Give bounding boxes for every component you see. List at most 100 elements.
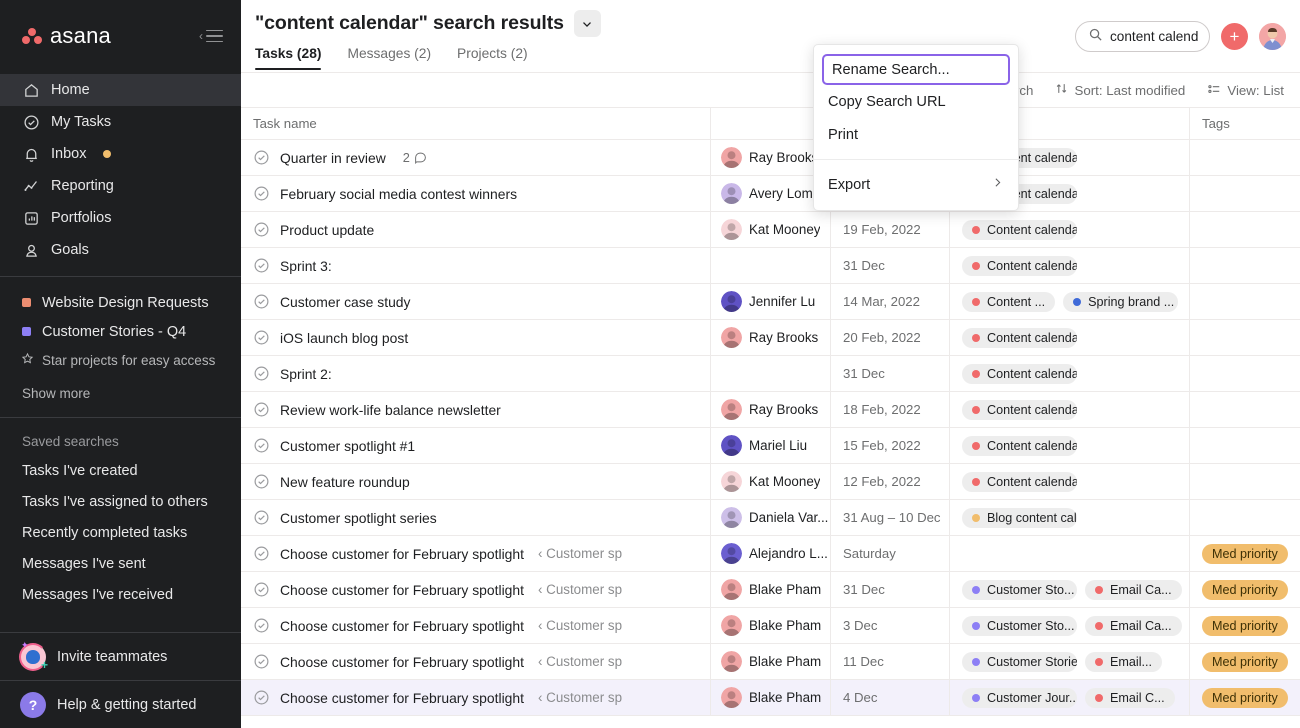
menu-item-export[interactable]: Export: [814, 168, 1018, 201]
sidebar-item-reporting[interactable]: Reporting: [0, 170, 241, 202]
sidebar-item-goals[interactable]: Goals: [0, 234, 241, 266]
cell-task-name[interactable]: Customer spotlight series: [241, 500, 711, 535]
project-pill[interactable]: Content calendar: [962, 255, 1077, 276]
complete-task-icon[interactable]: [253, 617, 270, 634]
saved-search-messages-sent[interactable]: Messages I've sent: [0, 548, 241, 579]
table-row[interactable]: Customer spotlight series Daniela Var... 3…: [241, 500, 1300, 536]
cell-tags[interactable]: [1190, 140, 1300, 175]
sidebar-project-website-design-requests[interactable]: Website Design Requests: [0, 288, 241, 317]
cell-due-date[interactable]: 11 Dec: [831, 644, 950, 679]
cell-due-date[interactable]: 31 Dec: [831, 356, 950, 391]
view-button[interactable]: View: List: [1207, 82, 1284, 99]
complete-task-icon[interactable]: [253, 293, 270, 310]
cell-due-date[interactable]: 31 Dec: [831, 572, 950, 607]
cell-assignee[interactable]: Daniela Var...: [711, 500, 831, 535]
cell-projects[interactable]: [950, 536, 1190, 571]
add-button[interactable]: +: [1221, 23, 1248, 50]
cell-projects[interactable]: Content calendar: [950, 428, 1190, 463]
cell-tags[interactable]: Med priority: [1190, 680, 1300, 715]
cell-tags[interactable]: Med priority: [1190, 608, 1300, 643]
project-pill[interactable]: Blog content calendar: [962, 507, 1077, 528]
cell-assignee[interactable]: Kat Mooney: [711, 464, 831, 499]
cell-projects[interactable]: Content calendar: [950, 248, 1190, 283]
saved-search-tasks-assigned[interactable]: Tasks I've assigned to others: [0, 486, 241, 517]
project-pill[interactable]: Content calendar: [962, 327, 1077, 348]
cell-tags[interactable]: [1190, 356, 1300, 391]
table-row[interactable]: Choose customer for February spotlight ‹ …: [241, 536, 1300, 572]
cell-task-name[interactable]: Sprint 2:: [241, 356, 711, 391]
cell-due-date[interactable]: 14 Mar, 2022: [831, 284, 950, 319]
table-row[interactable]: Product update Kat Mooney 19 Feb, 2022 Cont…: [241, 212, 1300, 248]
cell-tags[interactable]: [1190, 284, 1300, 319]
cell-projects[interactable]: Content calendar: [950, 320, 1190, 355]
tag-badge[interactable]: Med priority: [1202, 615, 1288, 636]
cell-tags[interactable]: Med priority: [1190, 536, 1300, 571]
cell-projects[interactable]: Blog content calendar: [950, 500, 1190, 535]
project-pill[interactable]: Content calendar: [962, 399, 1077, 420]
complete-task-icon[interactable]: [253, 509, 270, 526]
complete-task-icon[interactable]: [253, 221, 270, 238]
complete-task-icon[interactable]: [253, 653, 270, 670]
cell-task-name[interactable]: February social media contest winners: [241, 176, 711, 211]
cell-projects[interactable]: Content calendar: [950, 392, 1190, 427]
cell-assignee[interactable]: Ray Brooks: [711, 392, 831, 427]
cell-assignee[interactable]: Kat Mooney: [711, 212, 831, 247]
menu-item-copy-search-url[interactable]: Copy Search URL: [814, 85, 1018, 118]
cell-projects[interactable]: Content calendar: [950, 464, 1190, 499]
cell-task-name[interactable]: Sprint 3:: [241, 248, 711, 283]
table-row[interactable]: Customer spotlight #1 Mariel Liu 15 Feb, 2…: [241, 428, 1300, 464]
table-row[interactable]: February social media contest winners Ave…: [241, 176, 1300, 212]
menu-item-rename-search[interactable]: Rename Search...: [822, 54, 1010, 85]
cell-projects[interactable]: Customer Stories... Email...: [950, 644, 1190, 679]
show-more-button[interactable]: Show more: [0, 374, 241, 401]
user-avatar[interactable]: [1259, 23, 1286, 50]
cell-assignee[interactable]: Blake Pham: [711, 572, 831, 607]
table-row[interactable]: Choose customer for February spotlight ‹ …: [241, 680, 1300, 716]
cell-assignee[interactable]: [711, 248, 831, 283]
cell-tags[interactable]: [1190, 212, 1300, 247]
cell-task-name[interactable]: Product update: [241, 212, 711, 247]
asana-logo[interactable]: asana: [22, 23, 111, 49]
complete-task-icon[interactable]: [253, 149, 270, 166]
cell-task-name[interactable]: Customer spotlight #1: [241, 428, 711, 463]
table-row[interactable]: Review work-life balance newsletter Ray B…: [241, 392, 1300, 428]
cell-due-date[interactable]: 3 Dec: [831, 608, 950, 643]
cell-due-date[interactable]: 31 Aug – 10 Dec: [831, 500, 950, 535]
complete-task-icon[interactable]: [253, 581, 270, 598]
cell-projects[interactable]: Content calendar: [950, 356, 1190, 391]
sort-button[interactable]: Sort: Last modified: [1055, 82, 1185, 98]
project-pill[interactable]: Customer Jour...: [962, 687, 1077, 708]
tag-badge[interactable]: Med priority: [1202, 543, 1288, 564]
complete-task-icon[interactable]: [253, 329, 270, 346]
cell-task-name[interactable]: iOS launch blog post: [241, 320, 711, 355]
cell-task-name[interactable]: Choose customer for February spotlight ‹ …: [241, 536, 711, 571]
tab-messages[interactable]: Messages (2): [347, 46, 431, 70]
cell-assignee[interactable]: Alejandro L...: [711, 536, 831, 571]
table-row[interactable]: Choose customer for February spotlight ‹ …: [241, 608, 1300, 644]
sidebar-item-my-tasks[interactable]: My Tasks: [0, 106, 241, 138]
project-pill[interactable]: Customer Sto...: [962, 615, 1077, 636]
complete-task-icon[interactable]: [253, 185, 270, 202]
cell-tags[interactable]: Med priority: [1190, 572, 1300, 607]
saved-search-messages-received[interactable]: Messages I've received: [0, 579, 241, 610]
project-pill[interactable]: Customer Stories...: [962, 651, 1077, 672]
project-pill[interactable]: Content calendar: [962, 219, 1077, 240]
saved-search-tasks-created[interactable]: Tasks I've created: [0, 455, 241, 486]
cell-task-name[interactable]: Customer case study: [241, 284, 711, 319]
project-pill[interactable]: Content calendar: [962, 471, 1077, 492]
cell-due-date[interactable]: 20 Feb, 2022: [831, 320, 950, 355]
project-pill[interactable]: Spring brand ...: [1063, 291, 1179, 312]
table-row[interactable]: Sprint 3: 31 Dec Content calendar: [241, 248, 1300, 284]
table-row[interactable]: Choose customer for February spotlight ‹ …: [241, 644, 1300, 680]
tag-badge[interactable]: Med priority: [1202, 687, 1288, 708]
help-getting-started-button[interactable]: ? Help & getting started: [0, 680, 241, 728]
project-pill[interactable]: Email...: [1085, 651, 1162, 672]
complete-task-icon[interactable]: [253, 437, 270, 454]
project-pill[interactable]: Customer Sto...: [962, 579, 1077, 600]
sidebar-item-inbox[interactable]: Inbox: [0, 138, 241, 170]
tab-projects[interactable]: Projects (2): [457, 46, 528, 70]
table-row[interactable]: Choose customer for February spotlight ‹ …: [241, 572, 1300, 608]
invite-teammates-button[interactable]: ✦ + Invite teammates: [0, 632, 241, 680]
sidebar-project-customer-stories-q4[interactable]: Customer Stories - Q4: [0, 317, 241, 346]
table-row[interactable]: New feature roundup Kat Mooney 12 Feb, 202…: [241, 464, 1300, 500]
